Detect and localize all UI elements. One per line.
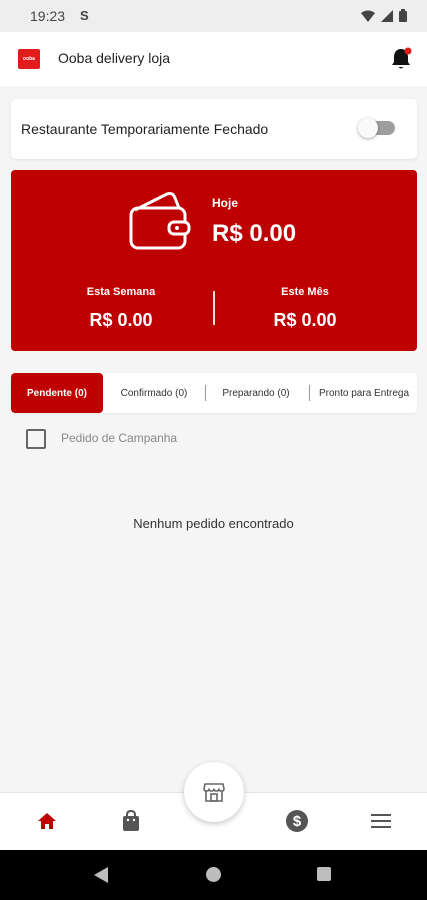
store-status-card: Restaurante Temporariamente Fechado xyxy=(11,99,417,159)
status-s-icon: S xyxy=(80,8,89,23)
battery-icon xyxy=(399,9,407,22)
order-status-tabs: Pendente (0) Confirmado (0) Preparando (… xyxy=(11,373,417,413)
app-title: Ooba delivery loja xyxy=(58,50,171,66)
bell-icon[interactable] xyxy=(389,46,413,72)
signal-icon xyxy=(381,9,393,22)
store-closed-label: Restaurante Temporariamente Fechado xyxy=(21,121,269,137)
tab-separator xyxy=(205,385,206,401)
tab-separator xyxy=(309,385,310,401)
status-time: 19:23 xyxy=(30,8,66,24)
home-icon[interactable] xyxy=(35,809,59,833)
revenue-card: Hoje R$ 0.00 Esta Semana R$ 0.00 Este Mê… xyxy=(11,170,417,351)
status-bar: 19:23 S xyxy=(0,0,427,32)
status-icons xyxy=(361,9,407,22)
today-label: Hoje xyxy=(212,196,239,210)
shopping-bag-icon[interactable] xyxy=(119,809,143,833)
svg-text:$: $ xyxy=(293,813,302,830)
back-icon[interactable] xyxy=(94,867,108,883)
app-logo: ooba xyxy=(18,49,40,69)
tab-confirmado[interactable]: Confirmado (0) xyxy=(111,373,197,413)
system-navigation-bar xyxy=(0,850,427,900)
empty-orders-message: Nenhum pedido encontrado xyxy=(133,516,294,531)
campaign-order-checkbox[interactable] xyxy=(26,429,46,449)
month-value: R$ 0.00 xyxy=(273,310,337,330)
month-label: Este Mês xyxy=(281,286,329,298)
week-label: Esta Semana xyxy=(86,286,156,298)
week-value: R$ 0.00 xyxy=(89,310,153,330)
campaign-order-label: Pedido de Campanha xyxy=(61,431,178,445)
wifi-icon xyxy=(361,10,375,22)
tab-preparando[interactable]: Preparando (0) xyxy=(211,373,301,413)
logo-text: ooba xyxy=(23,56,35,62)
wallet-icon xyxy=(129,192,191,250)
app-bar: ooba Ooba delivery loja xyxy=(0,32,427,86)
home-system-icon[interactable] xyxy=(206,867,221,882)
store-fab-button[interactable] xyxy=(184,762,244,822)
tab-pendente[interactable]: Pendente (0) xyxy=(11,373,103,413)
tab-pronto-para-entrega[interactable]: Pronto para Entrega xyxy=(319,373,417,413)
recent-apps-icon[interactable] xyxy=(317,867,331,881)
dollar-icon[interactable]: $ xyxy=(285,809,309,833)
revenue-divider xyxy=(213,291,215,325)
today-value: R$ 0.00 xyxy=(212,220,297,247)
menu-icon[interactable] xyxy=(369,809,393,833)
store-closed-toggle[interactable] xyxy=(358,118,395,138)
store-icon xyxy=(203,783,225,802)
